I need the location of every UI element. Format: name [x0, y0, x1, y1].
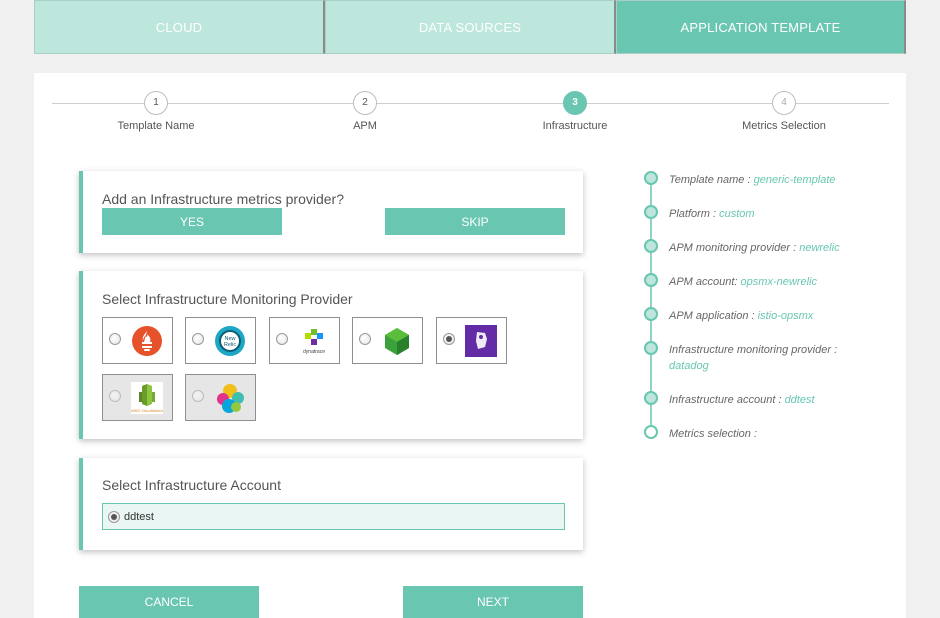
cancel-button[interactable]: CANCEL — [79, 586, 259, 618]
radio-button-selected[interactable] — [443, 333, 455, 345]
provider-option-dynatrace[interactable]: dynatrace — [269, 317, 340, 364]
yes-button[interactable]: YES — [102, 208, 282, 235]
card-title: Select Infrastructure Monitoring Provide… — [102, 291, 353, 307]
radio-button[interactable] — [192, 390, 204, 402]
tab-application-template[interactable]: APPLICATION TEMPLATE — [616, 0, 906, 54]
tab-cloud[interactable]: CLOUD — [34, 0, 325, 54]
step-number: 4 — [772, 91, 796, 115]
step-metrics-selection[interactable]: 4 Metrics Selection — [714, 91, 854, 132]
summary-text: Infrastructure monitoring provider : dat… — [669, 344, 838, 372]
card-title: Add an Infrastructure metrics provider? — [102, 191, 344, 207]
dynatrace-logo-icon: dynatrace — [303, 329, 325, 355]
summary-text: Platform : custom — [669, 208, 755, 220]
timeline-dot — [644, 171, 658, 185]
provider-option-prometheus[interactable] — [102, 317, 173, 364]
tab-data-sources[interactable]: DATA SOURCES — [325, 0, 616, 54]
provider-option-newrelic[interactable]: New Relic — [185, 317, 256, 364]
step-apm[interactable]: 2 APM — [295, 91, 435, 132]
radio-button[interactable] — [276, 333, 288, 345]
summary-text: APM application : istio-opsmx — [669, 310, 814, 322]
provider-option-aws-cloudwatch[interactable]: AWS CloudWatch — [102, 374, 173, 421]
prometheus-logo-icon — [132, 326, 162, 356]
account-label: ddtest — [124, 511, 154, 523]
timeline-dot — [644, 307, 658, 321]
radio-button[interactable] — [359, 333, 371, 345]
step-infrastructure[interactable]: 3 Infrastructure — [505, 91, 645, 132]
infrastructure-question-card: Add an Infrastructure metrics provider? … — [79, 171, 583, 253]
timeline-dot — [644, 205, 658, 219]
step-label: Infrastructure — [542, 120, 608, 132]
account-card: Select Infrastructure Account ddtest — [79, 458, 583, 550]
wizard-tabs: CLOUD DATA SOURCES APPLICATION TEMPLATE — [34, 0, 906, 54]
summary-text: APM monitoring provider : newrelic — [669, 242, 840, 254]
summary-text: Metrics selection : — [669, 428, 758, 440]
summary-text: APM account: opsmx-newrelic — [669, 276, 817, 288]
provider-card: Select Infrastructure Monitoring Provide… — [79, 271, 583, 439]
logo-text: Relic — [224, 342, 236, 348]
step-number: 3 — [563, 91, 587, 115]
step-label: Metrics Selection — [742, 120, 826, 132]
step-number: 1 — [144, 91, 168, 115]
radio-button-selected[interactable] — [108, 511, 120, 523]
radio-button[interactable] — [109, 390, 121, 402]
timeline-dot — [644, 239, 658, 253]
account-option-ddtest[interactable]: ddtest — [102, 503, 565, 530]
timeline-dot — [644, 341, 658, 355]
datadog-logo-icon — [465, 325, 497, 357]
step-label: Template Name — [117, 120, 195, 132]
summary-text: Infrastructure account : ddtest — [669, 394, 815, 406]
step-template-name[interactable]: 1 Template Name — [86, 91, 226, 132]
card-title: Select Infrastructure Account — [102, 477, 281, 493]
logo-text: AWS CloudWatch — [131, 408, 163, 413]
timeline-dot — [644, 273, 658, 287]
provider-option-stackdriver[interactable] — [352, 317, 423, 364]
step-number: 2 — [353, 91, 377, 115]
logo-text: dynatrace — [303, 349, 325, 355]
newrelic-logo-icon: New Relic — [215, 326, 245, 356]
summary-text: Template name : generic-template — [669, 174, 836, 186]
next-button[interactable]: NEXT — [403, 586, 583, 618]
step-label: APM — [353, 120, 377, 132]
radio-button[interactable] — [192, 333, 204, 345]
provider-option-datadog[interactable] — [436, 317, 507, 364]
skip-button[interactable]: SKIP — [385, 208, 565, 235]
timeline-dot — [644, 425, 658, 439]
aws-cloudwatch-logo-icon: AWS CloudWatch — [131, 382, 163, 414]
radio-button[interactable] — [109, 333, 121, 345]
provider-option-elasticsearch[interactable] — [185, 374, 256, 421]
elasticsearch-logo-icon — [217, 384, 244, 413]
timeline-dot — [644, 391, 658, 405]
stackdriver-logo-icon — [385, 328, 409, 355]
